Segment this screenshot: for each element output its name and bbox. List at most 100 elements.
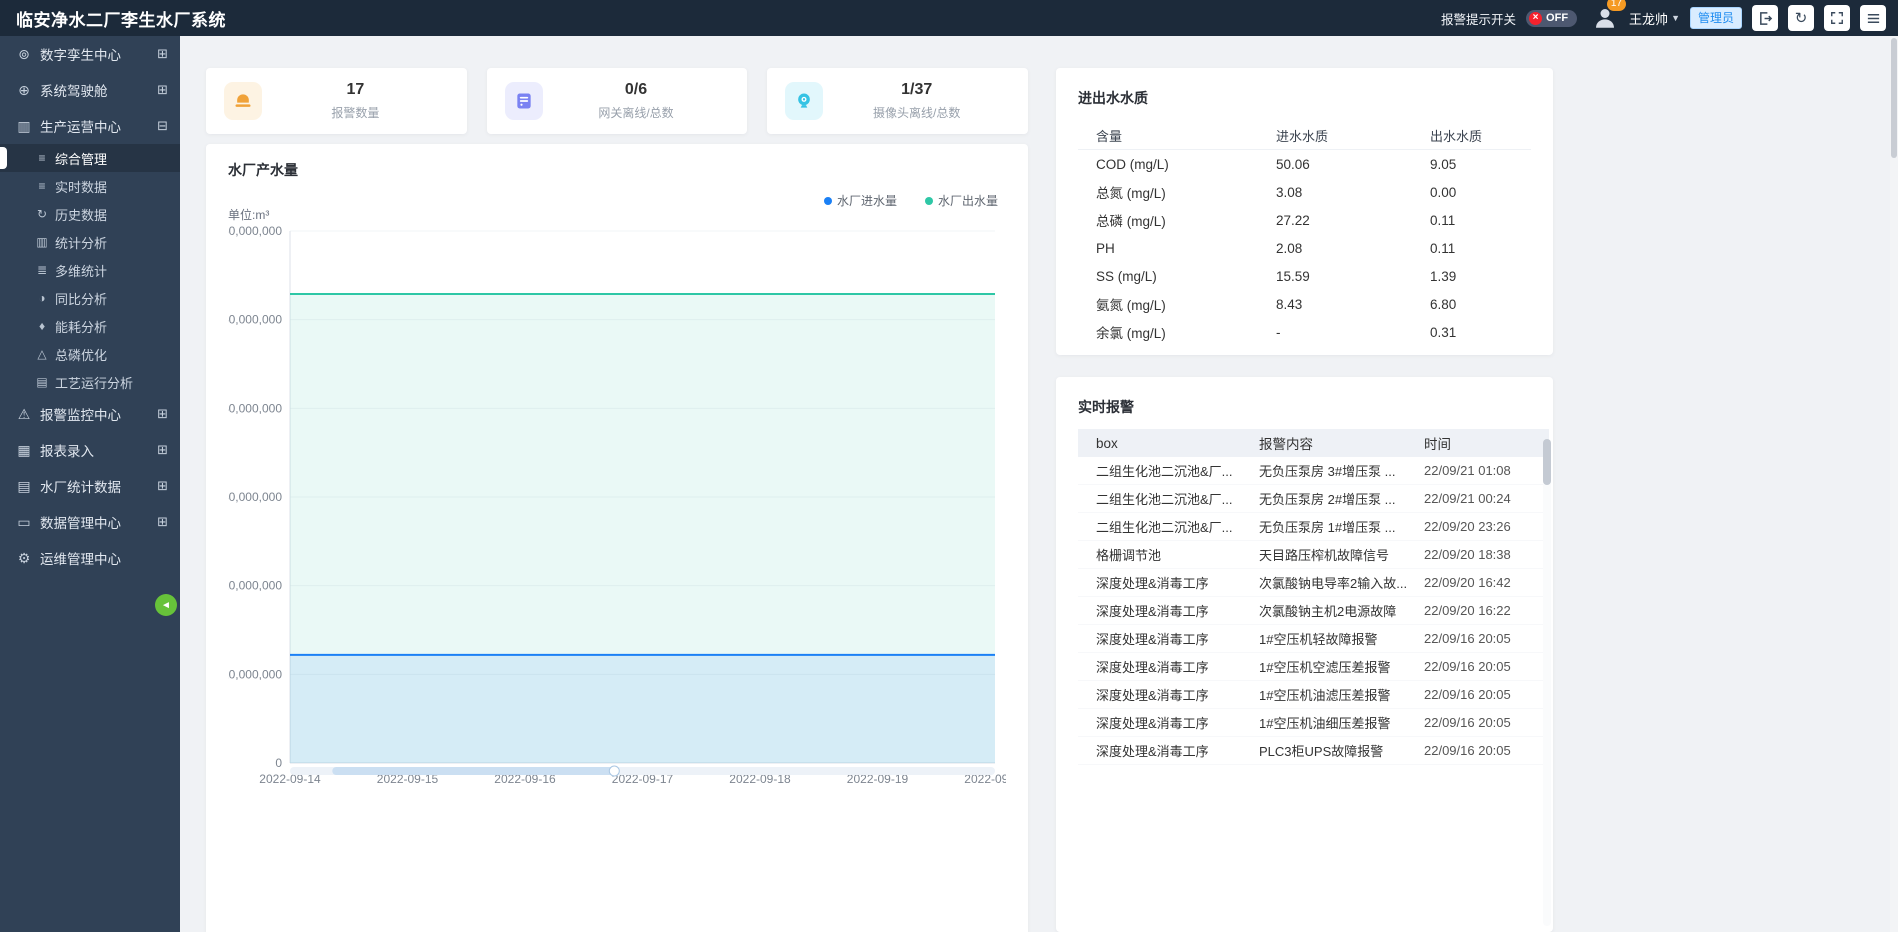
expand-plus-icon[interactable]: ⊞ — [157, 46, 168, 62]
sidebar-subitem[interactable]: ◑ 同比分析 — [0, 284, 180, 312]
sidebar-item-label: 水厂统计数据 — [40, 476, 157, 496]
table-row: SS (mg/L) 15.59 1.39 — [1078, 262, 1531, 290]
arrow-left-icon: ◄ — [161, 600, 171, 611]
legend-item-outflow[interactable]: 水厂出水量 — [925, 192, 998, 209]
inlet-value: - — [1276, 325, 1430, 340]
svg-text:30,000,000: 30,000,000 — [228, 490, 282, 504]
fullscreen-icon — [1830, 11, 1844, 25]
subitem-label: 总磷优化 — [55, 345, 107, 364]
sidebar-subitem[interactable]: ▤ 工艺运行分析 — [0, 368, 180, 396]
chevron-down-icon: ▼ — [1671, 13, 1680, 23]
sidebar-subitem[interactable]: ≡ 实时数据 — [0, 172, 180, 200]
alarm-row[interactable]: 深度处理&消毒工序 1#空压机轻故障报警 22/09/16 20:05 — [1078, 625, 1549, 653]
logout-button[interactable] — [1752, 5, 1778, 31]
outlet-value: 0.11 — [1430, 213, 1531, 228]
expand-plus-icon[interactable]: ⊞ — [157, 82, 168, 98]
quality-parameter: COD (mg/L) — [1078, 157, 1276, 172]
sidebar-item-plant-statistics[interactable]: ▤ 水厂统计数据 ⊞ — [0, 468, 180, 504]
monitor-icon: ▭ — [14, 514, 34, 531]
close-icon: × — [1529, 12, 1542, 25]
alarm-row[interactable]: 格栅调节池 天目路压榨机故障信号 22/09/20 18:38 — [1078, 541, 1549, 569]
scrollbar-thumb[interactable] — [1543, 439, 1551, 485]
alarm-lamp-icon — [224, 82, 262, 120]
expand-plus-icon[interactable]: ⊞ — [157, 406, 168, 422]
alarm-content: PLC3柜UPS故障报警 — [1259, 741, 1424, 760]
alarm-row[interactable]: 深度处理&消毒工序 PLC3柜UPS故障报警 22/09/16 20:05 — [1078, 737, 1549, 765]
sidebar-collapse-button[interactable]: ◄ — [155, 594, 177, 616]
sidebar-item-data-center[interactable]: ▭ 数据管理中心 ⊞ — [0, 504, 180, 540]
user-menu[interactable]: 王龙帅 ▼ — [1629, 9, 1680, 28]
fullscreen-button[interactable] — [1824, 5, 1850, 31]
table-row: 总氮 (mg/L) 3.08 0.00 — [1078, 178, 1531, 206]
sidebar-subitem[interactable]: △ 总磷优化 — [0, 340, 180, 368]
legend-item-inflow[interactable]: 水厂进水量 — [824, 192, 897, 209]
alarm-row[interactable]: 深度处理&消毒工序 次氯酸钠电导率2输入故... 22/09/20 16:42 — [1078, 569, 1549, 597]
sidebar-subitem[interactable]: ▥ 统计分析 — [0, 228, 180, 256]
legend-dot-icon — [824, 197, 832, 205]
expand-plus-icon[interactable]: ⊞ — [157, 478, 168, 494]
alarm-row[interactable]: 二组生化池二沉池&厂... 无负压泵房 1#增压泵 ... 22/09/20 2… — [1078, 513, 1549, 541]
production-chart[interactable]: 010,000,00020,000,00030,000,00040,000,00… — [228, 223, 1006, 923]
page-scrollbar[interactable] — [1890, 36, 1898, 932]
sidebar-item-label: 报表录入 — [40, 440, 157, 460]
alarm-row[interactable]: 二组生化池二沉池&厂... 无负压泵房 3#增压泵 ... 22/09/21 0… — [1078, 457, 1549, 485]
printer-icon: ▤ — [14, 478, 34, 495]
cockpit-icon: ⊕ — [14, 82, 34, 99]
alarm-table: box 报警内容 时间 二组生化池二沉池&厂... 无负压泵房 3#增压泵 ..… — [1078, 429, 1549, 765]
svg-text:40,000,000: 40,000,000 — [228, 401, 282, 415]
alarm-box: 深度处理&消毒工序 — [1078, 657, 1259, 676]
sidebar-item-ops-center[interactable]: ⚙ 运维管理中心 — [0, 540, 180, 576]
water-quality-title: 进出水水质 — [1078, 88, 1531, 108]
alarm-rows: 二组生化池二沉池&厂... 无负压泵房 3#增压泵 ... 22/09/21 0… — [1078, 457, 1549, 765]
alarm-switch-toggle[interactable]: × OFF — [1526, 10, 1577, 27]
sidebar-item-label: 系统驾驶舱 — [40, 80, 157, 100]
alarm-time: 22/09/20 23:26 — [1424, 519, 1549, 534]
subitem-icon: ♦ — [34, 319, 50, 333]
sidebar-subitem[interactable]: ♦ 能耗分析 — [0, 312, 180, 340]
production-chart-card: 水厂产水量 水厂进水量 水厂出水量 单位:m³ 010,000,00020,00… — [206, 144, 1028, 932]
alarm-box: 深度处理&消毒工序 — [1078, 713, 1259, 732]
sidebar-item-production-center[interactable]: ▥ 生产运营中心 ⊟ — [0, 108, 180, 144]
stat-card-row: 17 报警数量 0/6 网关离线 — [206, 68, 1028, 134]
quality-parameter: PH — [1078, 241, 1276, 256]
alarm-row[interactable]: 深度处理&消毒工序 次氯酸钠主机2电源故障 22/09/20 16:22 — [1078, 597, 1549, 625]
alarm-box: 二组生化池二沉池&厂... — [1078, 461, 1259, 480]
sidebar-item-alarm-center[interactable]: ⚠ 报警监控中心 ⊞ — [0, 396, 180, 432]
alarm-row[interactable]: 二组生化池二沉池&厂... 无负压泵房 2#增压泵 ... 22/09/21 0… — [1078, 485, 1549, 513]
sidebar-item-label: 生产运营中心 — [40, 116, 157, 136]
scrollbar-thumb[interactable] — [1891, 38, 1897, 158]
svg-text:0: 0 — [275, 756, 282, 770]
sidebar-item-digital-twin-center[interactable]: ⊚ 数字孪生中心 ⊞ — [0, 36, 180, 72]
inlet-value: 3.08 — [1276, 185, 1430, 200]
collapse-minus-icon[interactable]: ⊟ — [157, 118, 168, 134]
alarm-time: 22/09/16 20:05 — [1424, 687, 1549, 702]
expand-plus-icon[interactable]: ⊞ — [157, 442, 168, 458]
alarm-scrollbar[interactable] — [1543, 439, 1551, 926]
sidebar-subitem[interactable]: ≣ 多维统计 — [0, 256, 180, 284]
alarm-row[interactable]: 深度处理&消毒工序 1#空压机油滤压差报警 22/09/16 20:05 — [1078, 681, 1549, 709]
alarm-content: 无负压泵房 1#增压泵 ... — [1259, 517, 1424, 536]
sidebar-subitem[interactable]: ≡ 综合管理 — [0, 144, 180, 172]
expand-plus-icon[interactable]: ⊞ — [157, 514, 168, 530]
alarm-content: 次氯酸钠主机2电源故障 — [1259, 601, 1424, 620]
subitem-icon: ≣ — [34, 263, 50, 277]
sidebar-subitem[interactable]: ↻ 历史数据 — [0, 200, 180, 228]
legend-label: 水厂出水量 — [938, 192, 998, 209]
outlet-value: 0.11 — [1430, 241, 1531, 256]
sidebar-item-report-entry[interactable]: ▦ 报表录入 ⊞ — [0, 432, 180, 468]
inlet-value: 2.08 — [1276, 241, 1430, 256]
subitem-label: 综合管理 — [55, 149, 107, 168]
inlet-value: 50.06 — [1276, 157, 1430, 172]
alarm-row[interactable]: 深度处理&消毒工序 1#空压机油细压差报警 22/09/16 20:05 — [1078, 709, 1549, 737]
alarm-row[interactable]: 深度处理&消毒工序 1#空压机空滤压差报警 22/09/16 20:05 — [1078, 653, 1549, 681]
water-quality-card: 进出水水质 含量 进水水质 出水水质 COD (mg/L) 50.06 — [1056, 68, 1553, 355]
subitem-label: 多维统计 — [55, 261, 107, 280]
user-avatar[interactable]: 17 — [1593, 6, 1619, 30]
alarm-time: 22/09/21 01:08 — [1424, 463, 1549, 478]
sidebar-item-system-cockpit[interactable]: ⊕ 系统驾驶舱 ⊞ — [0, 72, 180, 108]
alarm-time: 22/09/21 00:24 — [1424, 491, 1549, 506]
notification-badge: 17 — [1607, 0, 1626, 11]
refresh-button[interactable]: ↻ — [1788, 5, 1814, 31]
warning-icon: ⚠ — [14, 406, 34, 423]
menu-button[interactable] — [1860, 5, 1886, 31]
